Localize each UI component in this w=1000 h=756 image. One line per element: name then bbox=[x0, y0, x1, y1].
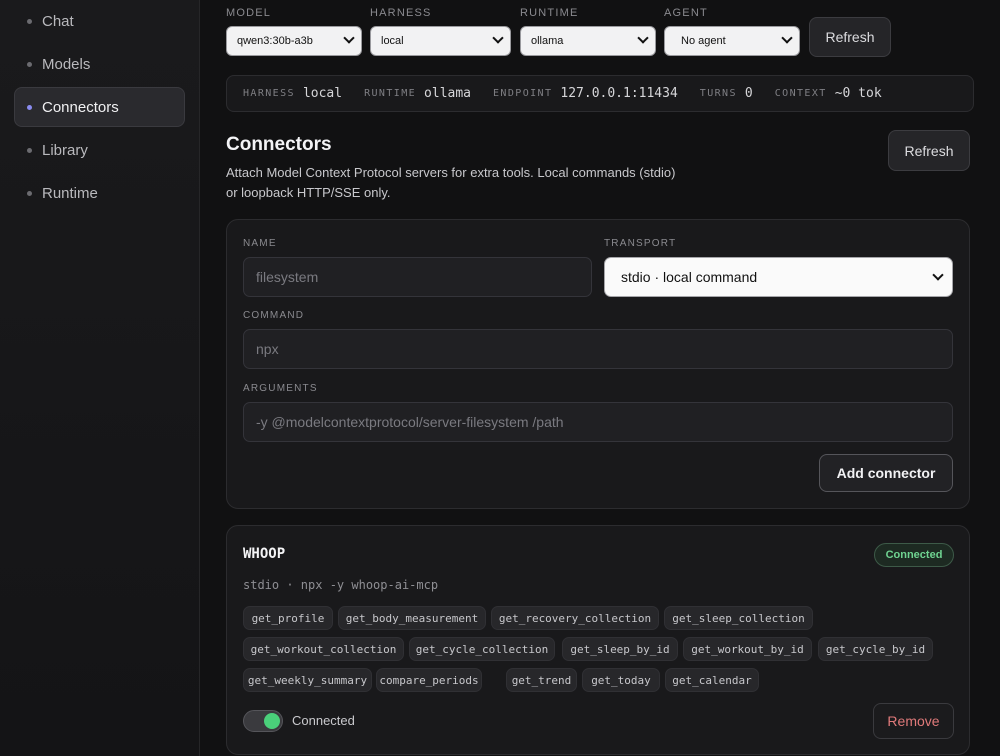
add-connector-form: NAME filesystem TRANSPORT stdio · local … bbox=[226, 219, 970, 509]
connectors-refresh-button[interactable]: Refresh bbox=[888, 130, 970, 171]
transport-label: TRANSPORT bbox=[604, 238, 677, 249]
bullet-icon bbox=[27, 104, 32, 110]
tool-chip: get_cycle_by_id bbox=[818, 637, 933, 661]
remove-button[interactable]: Remove bbox=[873, 703, 954, 739]
connector-name: WHOOP bbox=[243, 546, 286, 562]
sidebar-item-models[interactable]: Models bbox=[14, 44, 185, 84]
status-context-key: CONTEXT bbox=[774, 88, 827, 99]
bullet-icon bbox=[27, 61, 32, 67]
tool-chip: get_sleep_by_id bbox=[562, 637, 678, 661]
transport-select[interactable]: stdio · local command bbox=[604, 257, 953, 297]
sidebar-item-label: Runtime bbox=[42, 184, 98, 202]
status-harness-value: local bbox=[302, 86, 343, 101]
agent-label: AGENT bbox=[664, 7, 708, 19]
bullet-icon bbox=[27, 18, 32, 24]
status-endpoint-key: ENDPOINT bbox=[493, 88, 553, 99]
status-runtime-value: ollama bbox=[424, 86, 472, 101]
bullet-icon bbox=[27, 190, 32, 196]
status-turns-key: TURNS bbox=[699, 88, 737, 99]
tool-chip: get_workout_collection bbox=[243, 637, 404, 661]
bullet-icon bbox=[27, 147, 32, 153]
tool-chip: get_cycle_collection bbox=[409, 637, 555, 661]
sidebar-item-label: Chat bbox=[42, 12, 74, 30]
model-select-value: qwen3:30b-a3b bbox=[237, 35, 313, 47]
name-label: NAME bbox=[243, 238, 277, 249]
chevron-down-icon bbox=[637, 32, 649, 44]
sidebar-item-label: Library bbox=[42, 141, 88, 159]
tool-chip: get_recovery_collection bbox=[491, 606, 659, 630]
sidebar: Chat Models Connectors Library Runtime bbox=[0, 0, 200, 756]
command-input[interactable]: npx bbox=[243, 329, 953, 369]
command-label: COMMAND bbox=[243, 310, 305, 321]
sidebar-item-label: Models bbox=[42, 55, 91, 73]
name-input-placeholder: filesystem bbox=[256, 269, 319, 285]
tool-chip: get_profile bbox=[243, 606, 333, 630]
chevron-down-icon bbox=[932, 269, 944, 281]
harness-select-value: local bbox=[381, 35, 404, 47]
status-runtime-key: RUNTIME bbox=[364, 88, 417, 99]
status-harness-key: HARNESS bbox=[243, 88, 295, 99]
tool-chip: get_trend bbox=[506, 668, 577, 692]
connected-toggle[interactable] bbox=[243, 710, 283, 732]
sidebar-item-library[interactable]: Library bbox=[14, 130, 185, 170]
toggle-knob bbox=[264, 713, 280, 729]
chevron-down-icon bbox=[781, 32, 793, 44]
status-badge: Connected bbox=[874, 543, 954, 567]
harness-select[interactable]: local bbox=[370, 26, 511, 56]
tool-chip: get_body_measurement bbox=[338, 606, 486, 630]
tool-chip: get_weekly_summary bbox=[243, 668, 372, 692]
page-description: Attach Model Context Protocol servers fo… bbox=[226, 165, 676, 200]
sidebar-item-chat[interactable]: Chat bbox=[14, 1, 185, 41]
toggle-label: Connected bbox=[292, 713, 355, 728]
sidebar-item-connectors[interactable]: Connectors bbox=[14, 87, 185, 127]
arguments-input-placeholder: -y @modelcontextprotocol/server-filesyst… bbox=[256, 414, 564, 430]
chevron-down-icon bbox=[343, 32, 355, 44]
arguments-label: ARGUMENTS bbox=[243, 383, 318, 394]
status-turns-value: 0 bbox=[744, 86, 753, 101]
page-title: Connectors bbox=[226, 134, 332, 155]
model-label: MODEL bbox=[226, 7, 272, 19]
name-input[interactable]: filesystem bbox=[243, 257, 592, 297]
add-connector-button[interactable]: Add connector bbox=[819, 454, 953, 492]
runtime-label: RUNTIME bbox=[520, 7, 579, 19]
connector-card: WHOOP Connected stdio · npx -y whoop-ai-… bbox=[226, 525, 970, 755]
agent-select-value: No agent bbox=[681, 35, 726, 47]
sidebar-item-label: Connectors bbox=[42, 98, 119, 116]
tool-chip: compare_periods bbox=[376, 668, 482, 692]
tool-chip: get_workout_by_id bbox=[683, 637, 812, 661]
runtime-select[interactable]: ollama bbox=[520, 26, 656, 56]
chevron-down-icon bbox=[492, 32, 504, 44]
model-select[interactable]: qwen3:30b-a3b bbox=[226, 26, 362, 56]
status-endpoint-value: 127.0.0.1:11434 bbox=[560, 86, 678, 101]
command-input-placeholder: npx bbox=[256, 341, 279, 357]
connector-command: stdio · npx -y whoop-ai-mcp bbox=[243, 578, 439, 592]
transport-select-value: stdio · local command bbox=[621, 269, 758, 285]
toolbar-refresh-button[interactable]: Refresh bbox=[809, 17, 891, 57]
runtime-select-value: ollama bbox=[531, 35, 564, 47]
agent-select[interactable]: No agent bbox=[664, 26, 800, 56]
arguments-input[interactable]: -y @modelcontextprotocol/server-filesyst… bbox=[243, 402, 953, 442]
tool-chip: get_calendar bbox=[665, 668, 759, 692]
tool-chip: get_sleep_collection bbox=[664, 606, 813, 630]
harness-label: HARNESS bbox=[370, 7, 432, 19]
status-context-value: ~0 tok bbox=[834, 86, 882, 101]
status-bar: HARNESS local RUNTIME ollama ENDPOINT 12… bbox=[226, 75, 974, 112]
main-panel: MODEL qwen3:30b-a3b HARNESS local RUNTIM… bbox=[201, 0, 1000, 756]
tool-chip: get_today bbox=[582, 668, 660, 692]
sidebar-item-runtime[interactable]: Runtime bbox=[14, 173, 185, 213]
